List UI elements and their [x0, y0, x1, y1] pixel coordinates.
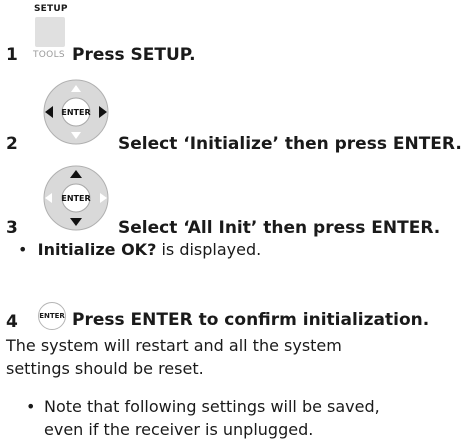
step-1-number: 1 [6, 45, 18, 65]
enter-label-4: ENTER [39, 312, 65, 320]
step-2-text: Select ‘Initialize’ then press ENTER. [118, 134, 462, 154]
step-3-number: 3 [6, 218, 18, 238]
dpad-up-down-icon: ENTER [43, 165, 109, 231]
bullet: • [18, 240, 28, 259]
enter-button-icon: ENTER [38, 302, 66, 330]
step-4-text: Press ENTER to confirm initialization. [72, 310, 430, 330]
step-3-text: Select ‘All Init’ then press ENTER. [118, 218, 441, 238]
step-1-text: Press SETUP. [72, 45, 196, 65]
note-bullet: • [26, 397, 36, 416]
tools-label: TOOLS [33, 50, 65, 60]
enter-label-2: ENTER [61, 108, 90, 117]
is-displayed-text: is displayed. [156, 240, 262, 259]
enter-label-3: ENTER [61, 194, 90, 203]
dpad-left-right-icon: ENTER [43, 79, 109, 145]
note-line-1: Note that following settings will be sav… [44, 397, 380, 416]
step-2-number: 2 [6, 134, 18, 154]
step-3-note: • Initialize OK? is displayed. [18, 238, 261, 261]
setup-button [35, 17, 65, 47]
note-line-2: even if the receiver is unplugged. [44, 420, 314, 439]
setup-label: SETUP [34, 4, 68, 14]
restart-line-1: The system will restart and all the syst… [6, 336, 342, 355]
restart-line-2: settings should be reset. [6, 359, 204, 378]
initialize-ok-text: Initialize OK? [37, 240, 157, 259]
step-4-number: 4 [6, 312, 18, 332]
